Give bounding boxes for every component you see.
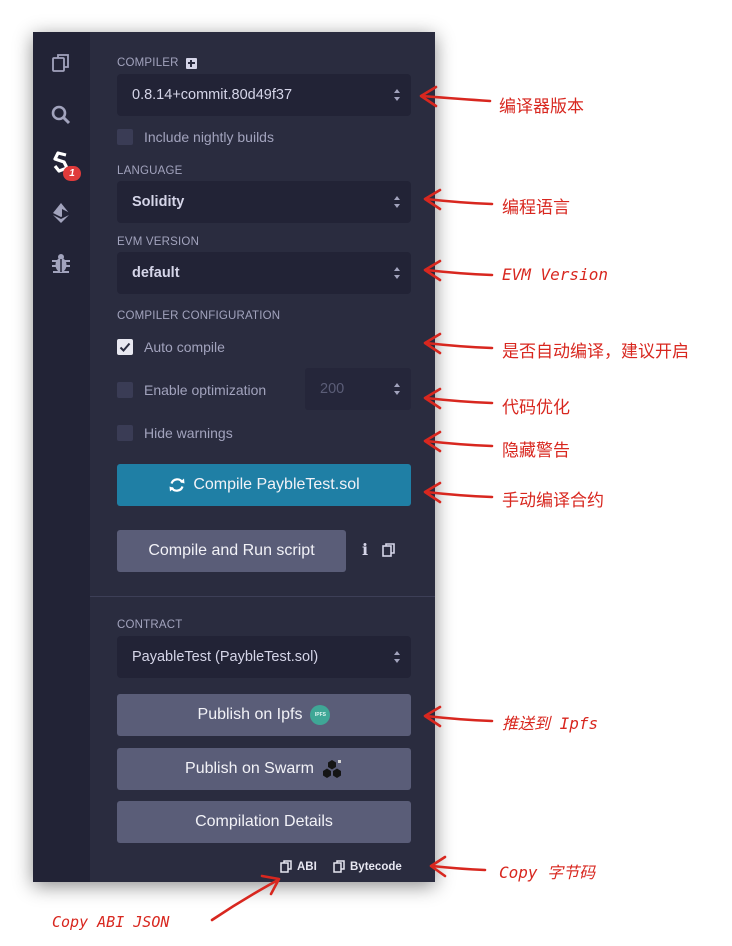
notification-badge: 1 <box>63 166 81 181</box>
include-nightly-checkbox[interactable] <box>117 129 133 145</box>
add-compiler-icon[interactable] <box>185 57 197 69</box>
annotation-copy-abi-json: Copy ABI JSON <box>52 913 170 931</box>
stepper-arrows-icon[interactable] <box>393 381 401 397</box>
copy-icon <box>280 860 292 873</box>
hide-warnings-label: Hide warnings <box>144 425 233 441</box>
auto-compile-checkbox[interactable] <box>117 339 133 355</box>
annotation-optimization: 代码优化 <box>502 398 570 417</box>
info-icon[interactable]: i <box>362 540 368 559</box>
select-arrows-icon <box>394 196 400 208</box>
arrow-hide-warnings <box>423 430 494 453</box>
contract-label: CONTRACT <box>117 619 183 631</box>
checkmark-icon <box>119 342 131 352</box>
compiler-version-select[interactable]: 0.8.14+commit.80d49f37 <box>117 74 411 116</box>
copy-bytecode-label: Bytecode <box>350 860 402 873</box>
contract-select[interactable]: PayableTest (PaybleTest.sol) <box>117 636 411 678</box>
contract-value: PayableTest (PaybleTest.sol) <box>132 649 319 665</box>
enable-optimization-label: Enable optimization <box>144 382 267 398</box>
include-nightly-label: Include nightly builds <box>144 129 274 145</box>
arrow-evm-version <box>423 259 494 282</box>
language-select[interactable]: Solidity <box>117 181 411 223</box>
annotation-hide-warnings: 隐藏警告 <box>502 441 570 460</box>
annotation-auto-compile: 是否自动编译，建议开启 <box>502 342 689 361</box>
compiler-section: COMPILER <box>117 57 197 69</box>
hide-warnings-checkbox[interactable] <box>117 425 133 441</box>
annotation-compiler-version: 编译器版本 <box>499 97 584 116</box>
deploy-run-icon[interactable] <box>48 200 74 226</box>
compilation-details-label: Compilation Details <box>195 813 333 830</box>
remix-compiler-panel: 1 COMPILER 0.8.14+commit.80d49f37 Includ… <box>33 32 435 882</box>
copy-bytecode-button[interactable]: Bytecode <box>333 860 402 873</box>
language-label: LANGUAGE <box>117 165 183 177</box>
publish-ipfs-label: Publish on Ipfs <box>197 706 303 723</box>
swarm-logo-icon <box>322 760 341 778</box>
evm-version-value: default <box>132 265 180 281</box>
arrow-optimization <box>423 387 494 410</box>
annotation-copy-bytecode: Copy 字节码 <box>499 863 596 882</box>
copy-icon <box>333 860 345 873</box>
annotation-manual-compile: 手动编译合约 <box>502 491 604 510</box>
publish-ipfs-button[interactable]: Publish on Ipfs IPFS <box>117 694 411 736</box>
enable-optimization-checkbox[interactable] <box>117 382 133 398</box>
compiler-version-value: 0.8.14+commit.80d49f37 <box>132 87 293 103</box>
arrow-language <box>423 188 494 211</box>
optimization-runs-value: 200 <box>320 381 345 397</box>
compile-run-script-button[interactable]: Compile and Run script <box>117 530 346 572</box>
publish-swarm-label: Publish on Swarm <box>185 760 314 777</box>
include-nightly-row[interactable]: Include nightly builds <box>117 129 274 145</box>
copy-abi-label: ABI <box>297 860 317 873</box>
section-divider <box>90 596 435 597</box>
debugger-icon[interactable] <box>48 250 74 276</box>
arrow-manual-compile <box>423 481 494 504</box>
compilation-details-button[interactable]: Compilation Details <box>117 801 411 843</box>
compile-button-label: Compile PaybleTest.sol <box>193 476 360 493</box>
compile-button[interactable]: Compile PaybleTest.sol <box>117 464 411 506</box>
select-arrows-icon <box>394 89 400 101</box>
refresh-icon <box>169 478 185 492</box>
select-arrows-icon <box>394 267 400 279</box>
search-icon[interactable] <box>48 102 74 128</box>
arrow-auto-compile <box>423 332 494 355</box>
copy-script-icon[interactable] <box>382 543 395 562</box>
annotation-evm-version: EVM Version <box>502 265 608 284</box>
arrow-copy-bytecode <box>429 855 487 878</box>
select-arrows-icon <box>394 651 400 663</box>
language-value: Solidity <box>132 194 185 210</box>
arrow-copy-abi <box>210 874 281 922</box>
evm-version-select[interactable]: default <box>117 252 411 294</box>
ipfs-logo-icon: IPFS <box>310 705 331 725</box>
arrow-push-ipfs <box>423 705 494 728</box>
compiler-label: COMPILER <box>117 57 179 69</box>
file-explorer-icon[interactable] <box>48 50 74 76</box>
evm-version-label: EVM VERSION <box>117 236 200 248</box>
copy-abi-button[interactable]: ABI <box>280 860 317 873</box>
auto-compile-row[interactable]: Auto compile <box>117 339 225 355</box>
publish-swarm-button[interactable]: Publish on Swarm <box>117 748 411 790</box>
optimization-runs-input[interactable]: 200 <box>305 368 411 410</box>
auto-compile-label: Auto compile <box>144 339 225 355</box>
compiler-main: COMPILER 0.8.14+commit.80d49f37 Include … <box>90 32 435 882</box>
compile-run-script-label: Compile and Run script <box>148 542 315 559</box>
icon-sidebar: 1 <box>33 32 90 882</box>
enable-optimization-row[interactable]: Enable optimization <box>117 382 266 398</box>
compiler-config-label: COMPILER CONFIGURATION <box>117 310 281 322</box>
hide-warnings-row[interactable]: Hide warnings <box>117 425 233 441</box>
annotation-push-ipfs: 推送到 Ipfs <box>502 714 599 733</box>
annotation-language: 编程语言 <box>502 198 570 217</box>
